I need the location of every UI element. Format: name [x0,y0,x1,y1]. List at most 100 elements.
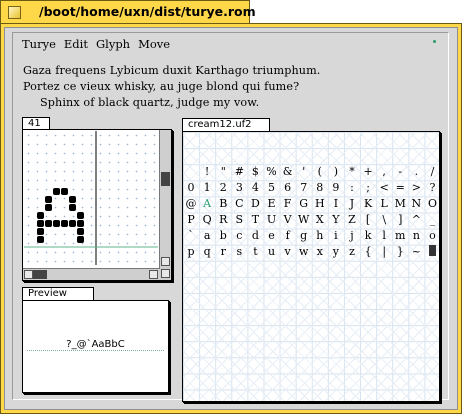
glyph-cell[interactable]: n [408,228,424,244]
glyph-cell[interactable]: 6 [280,180,296,196]
glyph-cell[interactable]: L [376,196,392,212]
glyph-cell[interactable]: r [215,244,231,260]
glyph-cell[interactable]: " [215,164,231,180]
glyph-cell[interactable]: F [280,196,296,212]
glyph-cell[interactable]: } [392,244,408,260]
glyph-cell[interactable]: H [312,196,328,212]
glyph-cell[interactable]: J [344,196,360,212]
glyph-cell[interactable]: D [247,196,263,212]
glyph-cell[interactable]: T [247,212,263,228]
glyph-cell[interactable]: P [183,212,199,228]
glyph-cell[interactable]: W [296,212,312,228]
glyph-cell[interactable]: g [296,228,312,244]
glyph-cell[interactable]: N [408,196,424,212]
glyph-cell[interactable]: t [247,244,263,260]
glyph-pixel[interactable] [37,220,44,227]
glyph-cell[interactable]: B [215,196,231,212]
glyph-cell[interactable]: ' [296,164,312,180]
glyph-cell[interactable]: o [424,228,439,244]
glyph-cell[interactable]: l [376,228,392,244]
glyph-cell[interactable]: 4 [247,180,263,196]
glyph-cell[interactable]: V [280,212,296,228]
glyph-cell[interactable]: ` [183,228,199,244]
glyph-cell[interactable]: m [392,228,408,244]
glyph-cell[interactable]: h [312,228,328,244]
glyph-cell[interactable]: C [231,196,247,212]
glyph-cell[interactable]: R [215,212,231,228]
glyph-cell[interactable]: ? [424,180,439,196]
glyph-cell[interactable]: G [296,196,312,212]
glyph-cell[interactable]: _ [424,212,439,228]
glyph-cell[interactable]: = [392,180,408,196]
tab-font-file[interactable]: cream12.uf2 [182,118,270,131]
glyph-cell[interactable]: w [296,244,312,260]
glyph-cell[interactable]: $ [247,164,263,180]
glyph-pixel[interactable] [69,196,76,203]
glyph-cell[interactable]: Q [199,212,215,228]
glyph-cell[interactable]: v [280,244,296,260]
glyph-cell[interactable]: 7 [296,180,312,196]
scroll-up-arrow-icon[interactable] [161,257,170,266]
glyph-cell[interactable]: e [263,228,279,244]
glyph-pixel[interactable] [45,204,52,211]
scroll-right-arrow-icon[interactable] [149,270,158,279]
glyph-cell[interactable]: ^ [408,212,424,228]
glyph-cell[interactable]: % [263,164,279,180]
glyph-pixel[interactable] [53,188,60,195]
glyph-cell[interactable]: - [392,164,408,180]
glyph-cell[interactable]: ) [328,164,344,180]
scroll-left-arrow-icon[interactable] [24,270,33,279]
glyph-cell[interactable]: / [424,164,439,180]
window-title-tab[interactable]: /boot/home/uxn/dist/turye.rom [0,0,256,24]
glyph-cell[interactable]: # [231,164,247,180]
menu-edit[interactable]: Edit [64,37,88,51]
glyph-cell[interactable]: S [231,212,247,228]
glyph-cell[interactable]: O [424,196,439,212]
glyph-cell[interactable]: : [344,180,360,196]
editor-vertical-scrollbar[interactable] [159,130,171,280]
vertical-scroll-thumb[interactable] [161,172,170,186]
glyph-cell[interactable]: k [360,228,376,244]
glyph-cell[interactable]: + [360,164,376,180]
glyph-cell[interactable]: 5 [263,180,279,196]
tab-preview[interactable]: Preview [22,287,94,300]
glyph-cell[interactable]: 0 [183,180,199,196]
glyph-pixel[interactable] [77,228,84,235]
glyph-cell[interactable]: ! [199,164,215,180]
glyph-cell[interactable]: & [280,164,296,180]
glyph-pixel-grid[interactable] [24,131,158,265]
glyph-cell[interactable]: ; [360,180,376,196]
glyph-cell[interactable]: > [408,180,424,196]
glyph-pixel[interactable] [37,212,44,219]
glyph-pixel[interactable] [45,196,52,203]
glyph-pixel[interactable] [77,236,84,243]
glyph-cell[interactable]: i [328,228,344,244]
glyph-cell[interactable]: b [215,228,231,244]
glyph-pixel[interactable] [37,236,44,243]
glyph-cell[interactable]: . [408,164,424,180]
font-map-panel[interactable]: ! " # $% & '() * +, -./0 1 2 3 4 5 6 7 8 9:; < = >? @ A B C D E F G H… [182,131,440,402]
glyph-cell[interactable]: ~ [408,244,424,260]
glyph-cell[interactable]: j [344,228,360,244]
glyph-pixel[interactable] [77,212,84,219]
glyph-pixel[interactable] [77,220,84,227]
glyph-cell[interactable]: p [183,244,199,260]
glyph-cell[interactable]: E [263,196,279,212]
menu-glyph[interactable]: Glyph [96,37,130,51]
glyph-cell[interactable]: x [312,244,328,260]
glyph-cell[interactable] [424,244,439,260]
glyph-cell[interactable]: @ [183,196,199,212]
glyph-cell[interactable]: c [231,228,247,244]
menu-turye[interactable]: Turye [22,37,56,51]
glyph-cell[interactable]: U [263,212,279,228]
glyph-cell[interactable]: 2 [215,180,231,196]
glyph-cell[interactable]: A [199,196,215,212]
glyph-cell[interactable]: | [376,244,392,260]
glyph-cell[interactable]: 8 [312,180,328,196]
glyph-cell[interactable]: , [376,164,392,180]
glyph-pixel[interactable] [69,220,76,227]
glyph-cell[interactable]: y [328,244,344,260]
glyph-cell[interactable]: z [344,244,360,260]
scroll-down-arrow-icon[interactable] [161,269,170,278]
glyph-cell[interactable]: I [328,196,344,212]
